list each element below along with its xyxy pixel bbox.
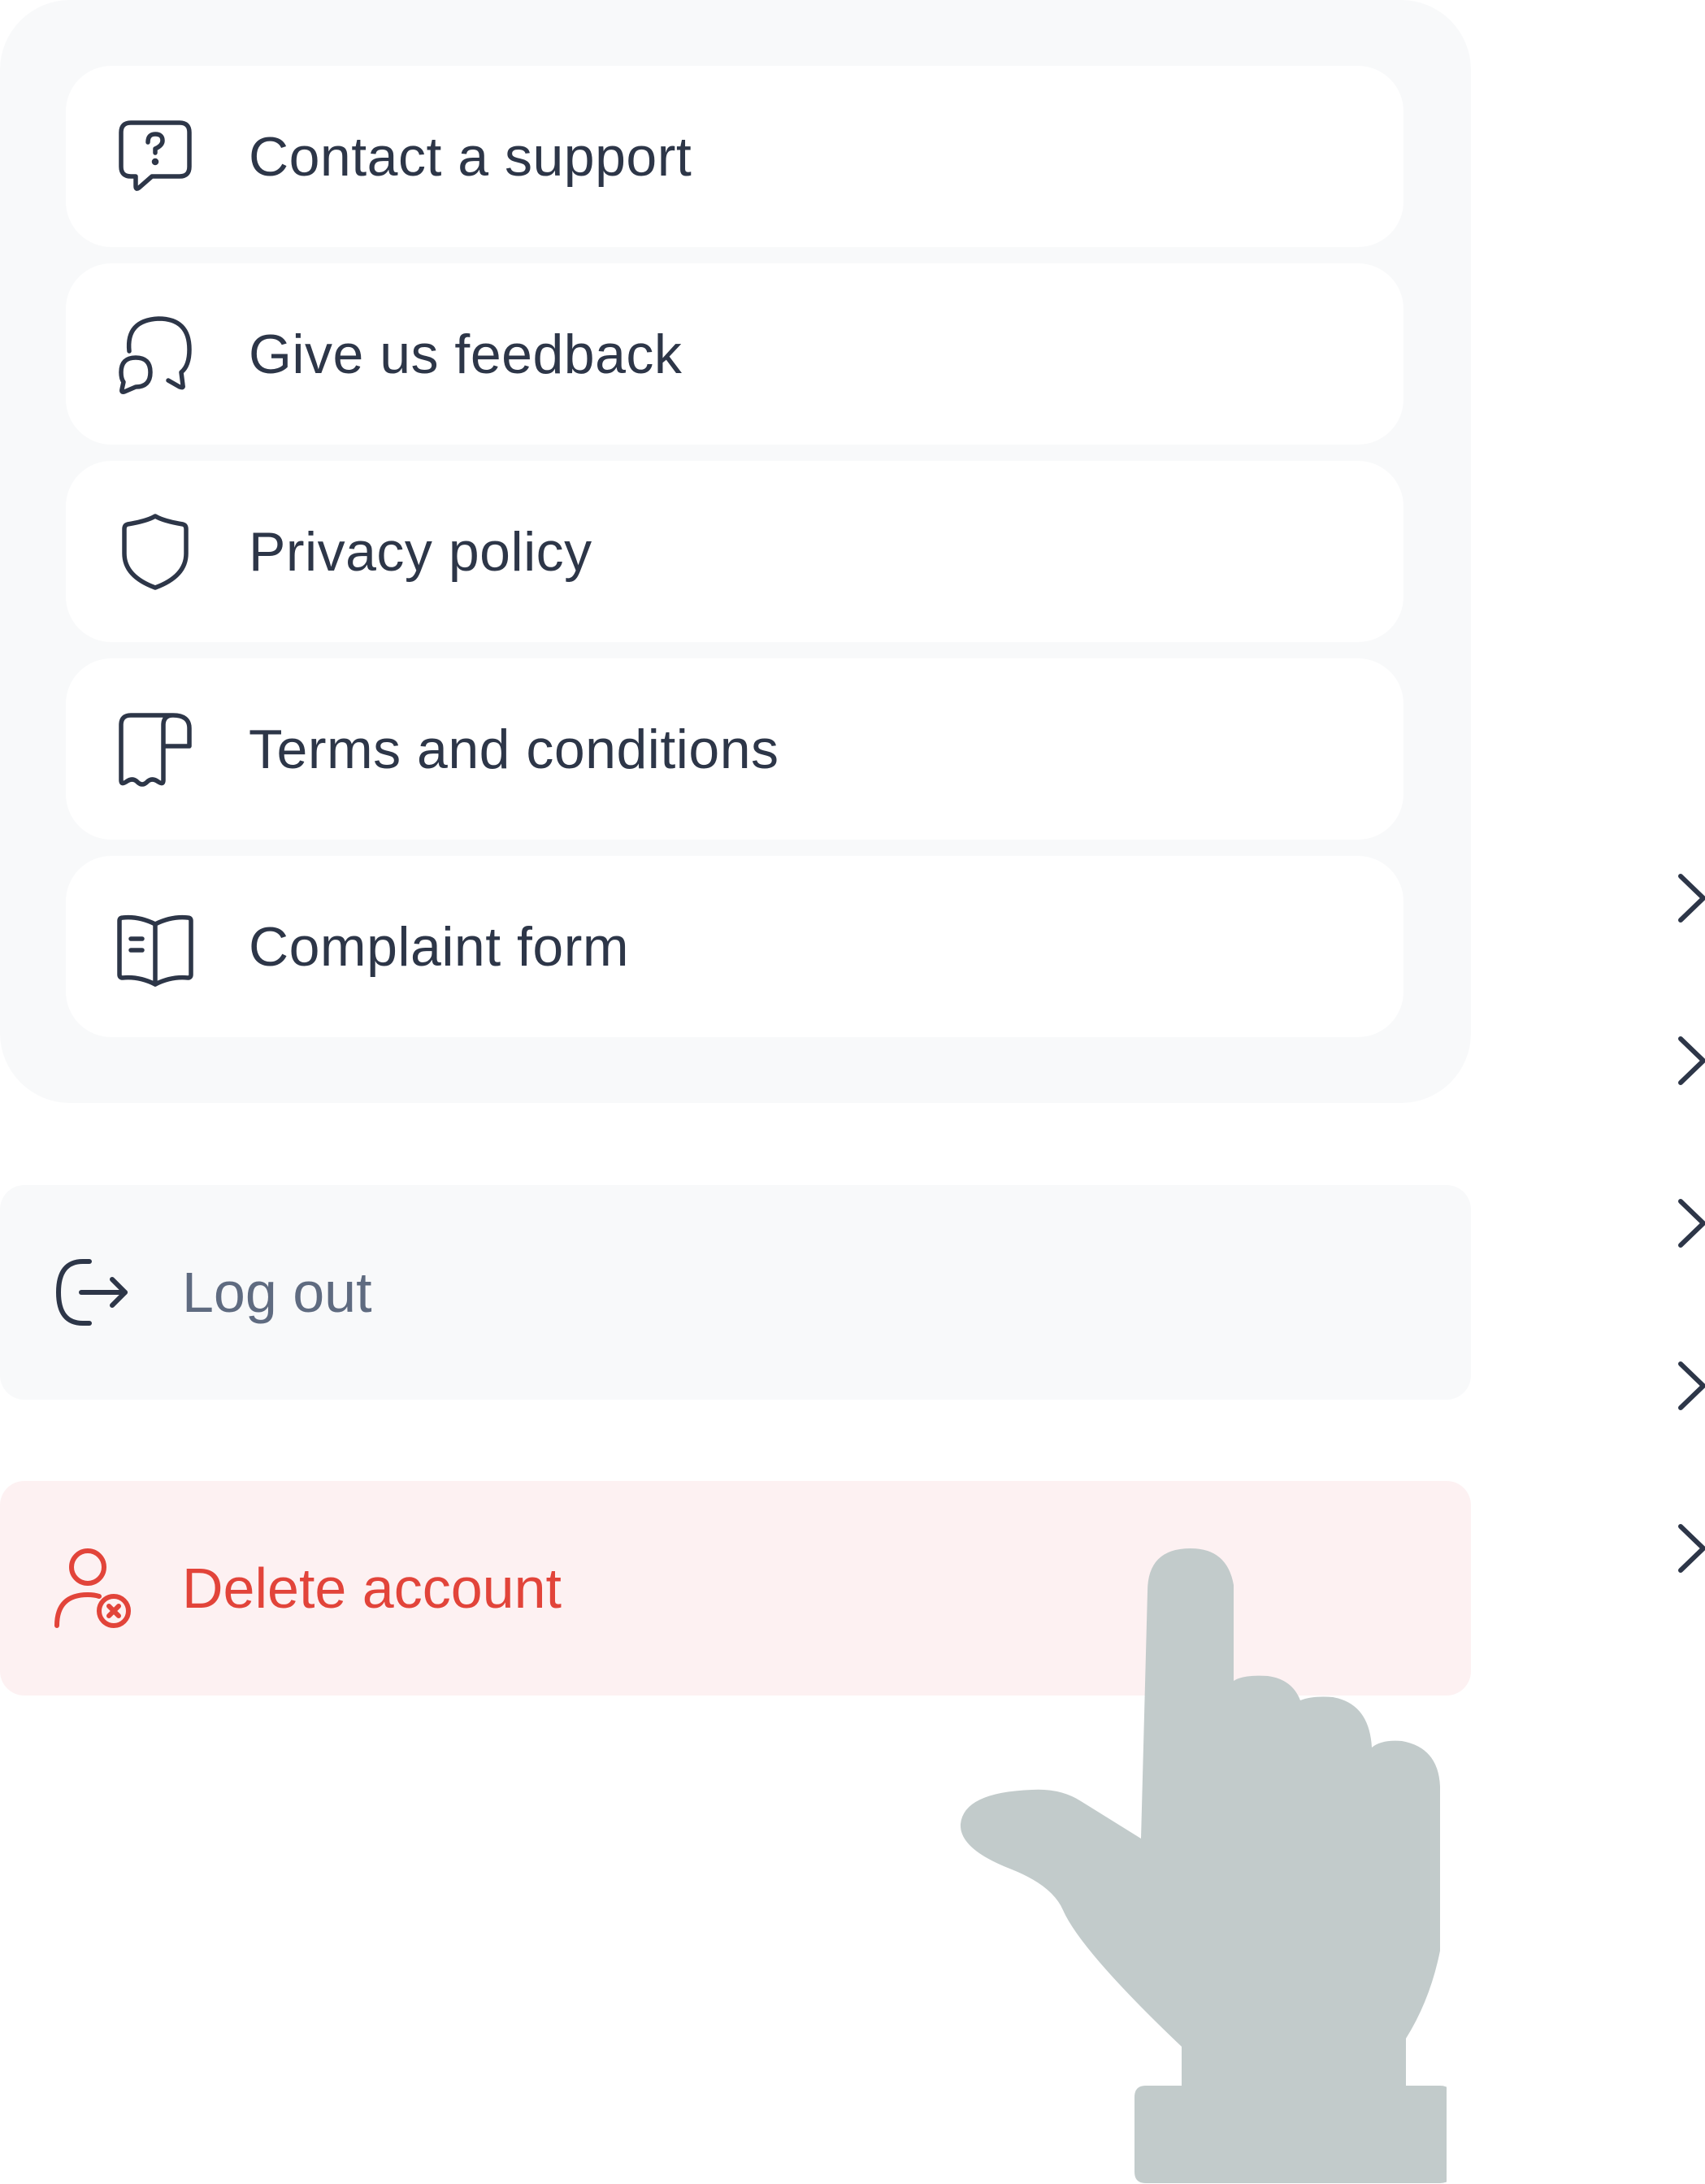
- menu-item-contact-support[interactable]: Contact a support: [66, 66, 1403, 247]
- pointing-hand-illustration: [960, 1548, 1447, 2183]
- menu-item-label: Give us feedback: [249, 323, 683, 385]
- logout-icon: [56, 1259, 128, 1326]
- open-book-icon: [117, 914, 193, 987]
- support-menu-card: Contact a support Give us feedback Priva…: [0, 0, 1471, 1103]
- menu-item-label: Privacy policy: [249, 520, 592, 583]
- chevron-right-icon[interactable]: [1674, 1522, 1705, 1575]
- logout-label: Log out: [182, 1261, 372, 1324]
- chat-bubbles-icon: [119, 315, 192, 394]
- receipt-icon: [119, 712, 192, 787]
- menu-item-complaint-form[interactable]: Complaint form: [66, 856, 1403, 1037]
- delete-account-label: Delete account: [182, 1557, 562, 1620]
- menu-item-label: Contact a support: [249, 125, 692, 188]
- menu-item-label: Complaint form: [249, 915, 630, 978]
- menu-item-label: Terms and conditions: [249, 718, 779, 780]
- help-chat-icon: [119, 119, 192, 191]
- chevron-right-icon[interactable]: [1674, 871, 1705, 925]
- chevron-right-icon[interactable]: [1674, 1034, 1705, 1088]
- logout-button[interactable]: Log out: [0, 1185, 1471, 1400]
- user-remove-icon: [54, 1548, 131, 1628]
- menu-item-give-feedback[interactable]: Give us feedback: [66, 263, 1403, 445]
- menu-item-privacy-policy[interactable]: Privacy policy: [66, 461, 1403, 642]
- chevron-right-icon[interactable]: [1674, 1359, 1705, 1413]
- menu-item-terms-conditions[interactable]: Terms and conditions: [66, 658, 1403, 840]
- chevron-right-icon[interactable]: [1674, 1196, 1705, 1250]
- shield-icon: [122, 513, 189, 590]
